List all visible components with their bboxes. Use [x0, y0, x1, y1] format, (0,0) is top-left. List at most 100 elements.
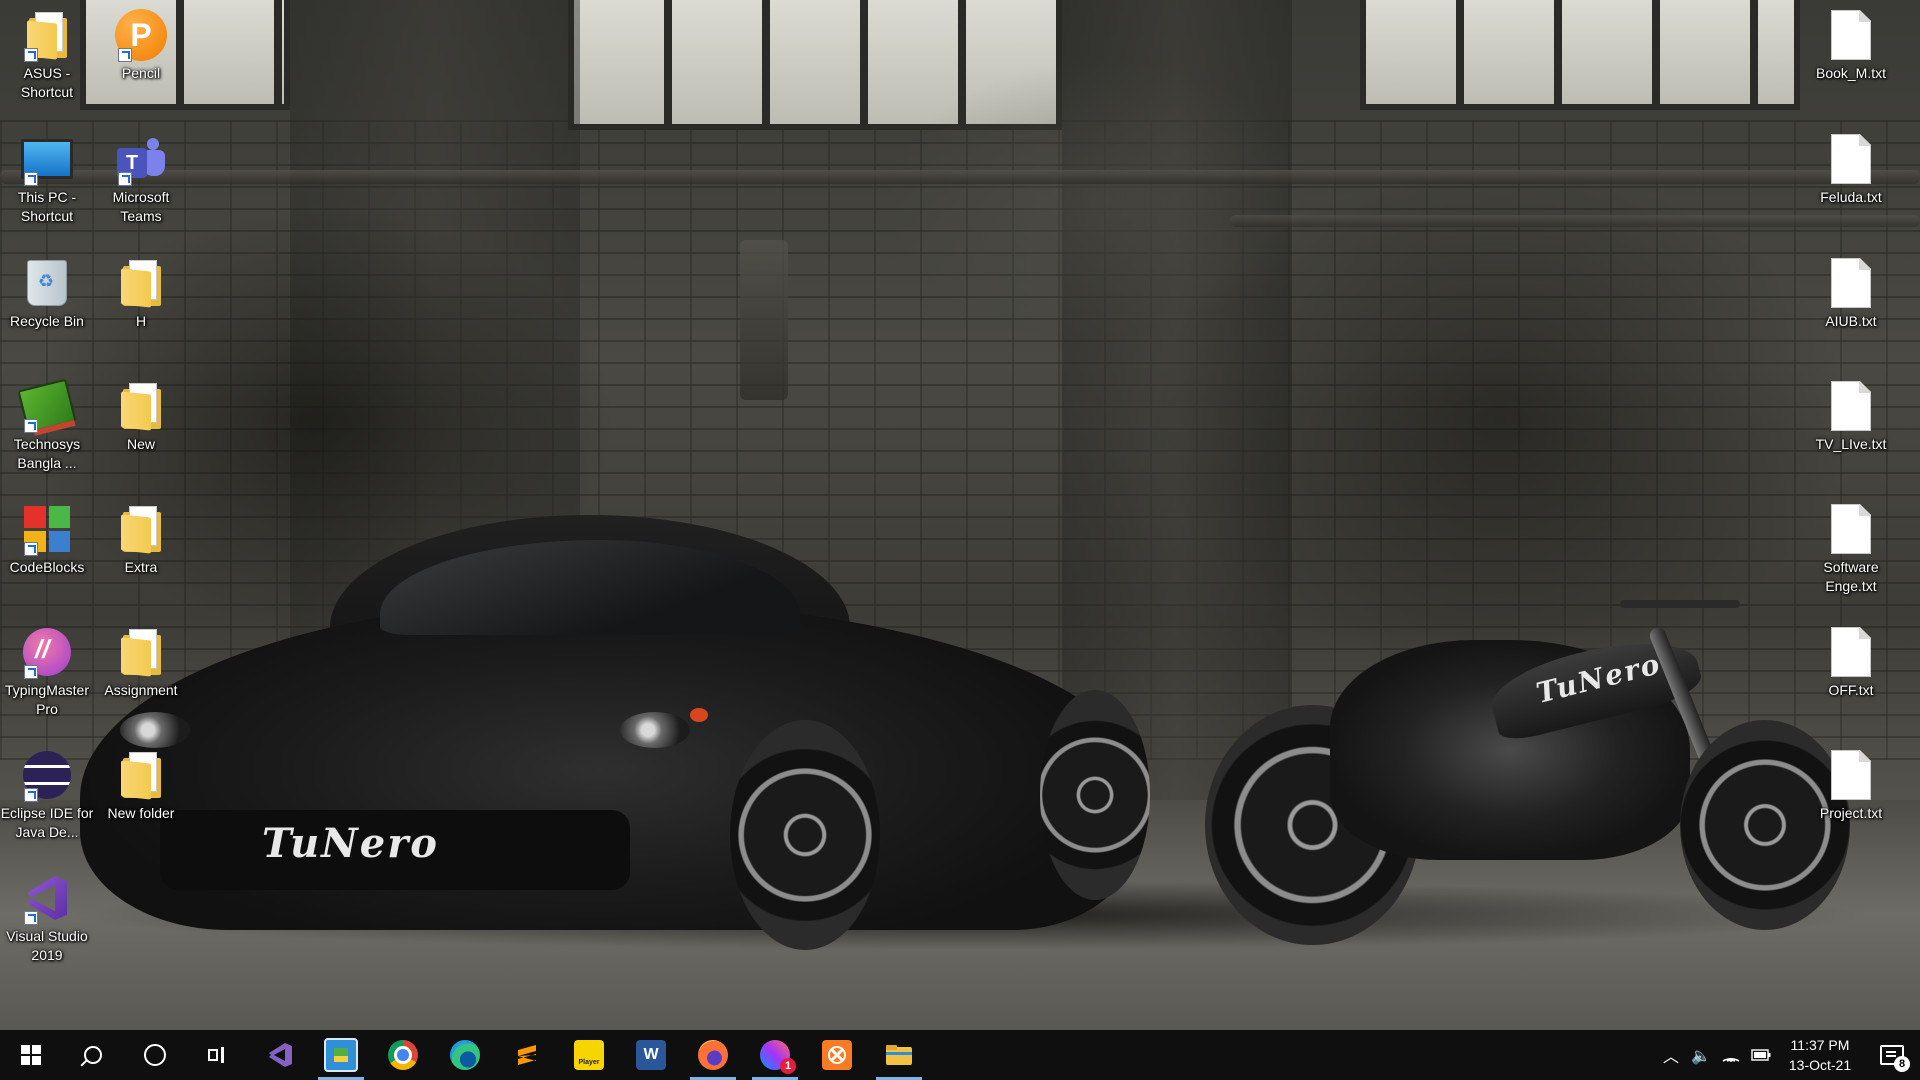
- desktop-icon-folder-new[interactable]: New: [96, 379, 186, 454]
- action-center-button[interactable]: 8: [1864, 1030, 1920, 1080]
- desktop-icon-label: Pencil: [121, 65, 161, 81]
- folder-icon: [121, 506, 161, 554]
- folder-icon: [121, 752, 161, 800]
- taskbar-app-chrome[interactable]: [372, 1030, 434, 1080]
- desktop-icon-software-enge-txt[interactable]: Software Enge.txt: [1806, 502, 1896, 596]
- shortcut-arrow-icon: [24, 172, 38, 186]
- bike-handlebar: [1620, 600, 1740, 608]
- volume-icon[interactable]: 🔈: [1686, 1030, 1716, 1080]
- desktop-icon-tv-live-txt[interactable]: TV_LIve.txt: [1806, 379, 1896, 454]
- taskbar-app-messenger[interactable]: 1: [744, 1030, 806, 1080]
- xampp-taskbar-icon: [822, 1040, 852, 1070]
- text-file-icon: [1831, 504, 1871, 554]
- folder-icon: [121, 383, 161, 431]
- desktop-icon-folder-assignment[interactable]: Assignment: [96, 625, 186, 700]
- wall-pipe-vertical: [740, 240, 788, 400]
- desktop-icon-new-folder[interactable]: New folder: [96, 748, 186, 823]
- desktop-icon-label: Assignment: [104, 682, 178, 698]
- desktop-icon-microsoft-teams[interactable]: T Microsoft Teams: [96, 132, 186, 226]
- desktop-icon-label: Extra: [124, 559, 158, 575]
- desktop-icon-asus-shortcut[interactable]: ASUS - Shortcut: [2, 8, 92, 102]
- messenger-taskbar-icon: 1: [760, 1040, 796, 1074]
- search-icon: [84, 1046, 102, 1064]
- desktop-icon-label: OFF.txt: [1828, 682, 1874, 698]
- shortcut-arrow-icon: [24, 542, 38, 556]
- shortcut-arrow-icon: [118, 48, 132, 62]
- wifi-icon[interactable]: [1716, 1030, 1746, 1080]
- text-file-icon: [1831, 750, 1871, 800]
- taskbar-app-file-explorer[interactable]: [868, 1030, 930, 1080]
- shortcut-arrow-icon: [24, 788, 38, 802]
- shortcut-arrow-icon: [118, 172, 132, 186]
- desktop-icon-codeblocks[interactable]: CodeBlocks: [2, 502, 92, 577]
- shortcut-arrow-icon: [24, 665, 38, 679]
- car-brand-text: TuNero: [262, 820, 439, 867]
- desktop-icon-eclipse[interactable]: Eclipse IDE for Java De...: [1, 748, 93, 842]
- chrome-taskbar-icon: [388, 1040, 418, 1070]
- desktop-icon-visual-studio[interactable]: Visual Studio 2019: [2, 871, 92, 965]
- show-hidden-icons-chevron-up-icon[interactable]: ︿: [1656, 1030, 1686, 1080]
- visual-studio-taskbar-icon: [264, 1040, 294, 1070]
- desktop-icon-typingmaster[interactable]: TypingMaster Pro: [2, 625, 92, 719]
- car-front-wheel: [730, 720, 880, 950]
- text-file-icon: [1831, 627, 1871, 677]
- sublime-taskbar-icon: [512, 1040, 542, 1070]
- desktop-icon-label: H: [135, 313, 147, 329]
- taskbar-app-pc[interactable]: [310, 1030, 372, 1080]
- taskbar-app-word[interactable]: W: [620, 1030, 682, 1080]
- player-icon-label: Player: [578, 1058, 600, 1066]
- taskbar-app-sublime[interactable]: [496, 1030, 558, 1080]
- desktop-icon-book-m-txt[interactable]: Book_M.txt: [1806, 8, 1896, 83]
- desktop-wallpaper: TuNero TuNero: [0, 0, 1920, 1030]
- desktop-icon-project-txt[interactable]: Project.txt: [1806, 748, 1896, 823]
- desktop-icon-label: Microsoft Teams: [112, 189, 170, 224]
- taskbar-clock[interactable]: 11:37 PM 13-Oct-21: [1776, 1035, 1864, 1075]
- desktop-icon-pencil[interactable]: P Pencil: [96, 8, 186, 83]
- shortcut-arrow-icon: [24, 419, 38, 433]
- desktop-icon-feluda-txt[interactable]: Feluda.txt: [1806, 132, 1896, 207]
- edge-taskbar-icon: [450, 1040, 480, 1070]
- desktop-icon-label: ASUS - Shortcut: [20, 65, 74, 100]
- desktop-icon-label: Software Enge.txt: [1823, 559, 1879, 594]
- clock-time: 11:37 PM: [1790, 1037, 1850, 1053]
- desktop-icon-label: TV_LIve.txt: [1815, 436, 1887, 452]
- cortana-button[interactable]: [124, 1030, 186, 1080]
- taskbar-app-player[interactable]: Player: [558, 1030, 620, 1080]
- desktop-icon-label: CodeBlocks: [9, 559, 85, 575]
- taskbar-app-firefox[interactable]: [682, 1030, 744, 1080]
- taskbar-app-visual-studio[interactable]: [248, 1030, 310, 1080]
- desktop-icon-folder-h[interactable]: H: [96, 256, 186, 331]
- desktop-icon-off-txt[interactable]: OFF.txt: [1806, 625, 1896, 700]
- battery-icon[interactable]: [1746, 1030, 1776, 1080]
- pc-app-taskbar-icon: [324, 1038, 358, 1072]
- task-view-icon: [208, 1047, 226, 1063]
- desktop-icon-label: Eclipse IDE for Java De...: [0, 805, 94, 840]
- desktop-icon-technosys-bangla[interactable]: Technosys Bangla ...: [2, 378, 92, 473]
- taskbar-app-edge[interactable]: [434, 1030, 496, 1080]
- wall-pipe-2: [1230, 215, 1920, 227]
- messenger-badge: 1: [780, 1058, 796, 1074]
- desktop-icon-label: AIUB.txt: [1825, 313, 1877, 329]
- search-button[interactable]: [62, 1030, 124, 1080]
- folder-icon: [121, 260, 161, 308]
- taskbar: Player W 1 ︿ 🔈 11:37 PM 13-Oct-21 8: [0, 1030, 1920, 1080]
- cortana-icon: [144, 1044, 166, 1066]
- desktop-icon-label: This PC - Shortcut: [17, 189, 77, 224]
- desktop-icon-this-pc[interactable]: This PC - Shortcut: [2, 132, 92, 226]
- desktop-icon-label: Project.txt: [1819, 805, 1883, 821]
- car-rear-wheel: [1040, 690, 1150, 900]
- taskbar-app-xampp[interactable]: [806, 1030, 868, 1080]
- desktop-icon-aiub-txt[interactable]: AIUB.txt: [1806, 256, 1896, 331]
- desktop-icon-folder-extra[interactable]: Extra: [96, 502, 186, 577]
- task-view-button[interactable]: [186, 1030, 248, 1080]
- word-icon-letter: W: [643, 1046, 659, 1063]
- folder-icon: [121, 629, 161, 677]
- car-headlight-right: [620, 712, 690, 748]
- notification-count-badge: 8: [1894, 1056, 1910, 1072]
- car-headlight-left: [120, 712, 190, 748]
- start-button[interactable]: [0, 1030, 62, 1080]
- car-indicator: [690, 708, 708, 722]
- desktop-icon-recycle-bin[interactable]: Recycle Bin: [2, 256, 92, 331]
- player-taskbar-icon: Player: [574, 1040, 604, 1070]
- system-tray: ︿ 🔈 11:37 PM 13-Oct-21 8: [1656, 1030, 1920, 1080]
